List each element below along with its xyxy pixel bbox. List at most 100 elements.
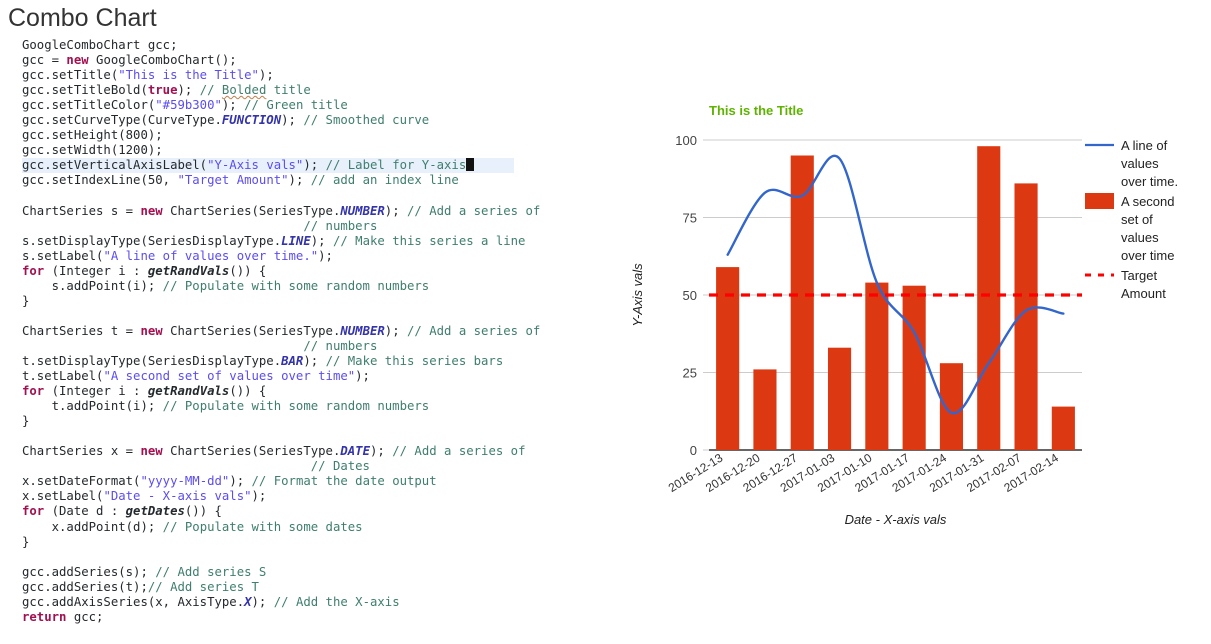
code-line: s.addPoint(i); // Populate with some ran…	[22, 279, 522, 294]
code-token: getDates	[125, 504, 185, 519]
code-token: // Populate with some dates	[162, 519, 363, 534]
code-token: "Date - X-axis vals"	[103, 489, 252, 504]
code-token: ()) {	[184, 504, 222, 519]
code-token: NUMBER	[340, 203, 385, 218]
code-token: );	[281, 113, 304, 128]
code-line: GoogleComboChart gcc;	[22, 38, 522, 53]
code-line: }	[22, 535, 522, 550]
code-token: BAR	[281, 353, 304, 368]
code-token: // Green title	[244, 98, 348, 113]
y-axis-tick-label: 0	[690, 443, 697, 458]
legend-label[interactable]: over time	[1121, 248, 1174, 263]
code-token: gcc.setCurveType(CurveType.	[22, 113, 222, 128]
code-token: // Add series T	[147, 579, 259, 594]
code-token: x =	[110, 444, 141, 459]
code-token: ChartSeries(SeriesType.	[162, 444, 341, 459]
code-token: // Dates	[310, 459, 370, 474]
bar[interactable]	[939, 363, 964, 450]
code-token: X	[244, 594, 252, 609]
code-line: ChartSeries x = new ChartSeries(SeriesTy…	[22, 444, 525, 459]
code-token: );	[251, 594, 274, 609]
code-token: s =	[110, 203, 141, 218]
legend-label[interactable]: Target	[1121, 268, 1158, 283]
code-token: ChartSeries(SeriesType.	[162, 203, 341, 218]
y-axis-tick-label: 25	[683, 366, 697, 381]
legend-label[interactable]: set of	[1121, 212, 1153, 227]
code-line: gcc.setIndexLine(50, "Target Amount"); /…	[22, 173, 522, 188]
code-token: GoogleComboChart();	[88, 53, 237, 68]
code-line: x.setDateFormat("yyyy-MM-dd"); // Format…	[22, 474, 522, 489]
code-line: // Dates	[22, 459, 522, 474]
legend-label[interactable]: Amount	[1121, 286, 1166, 301]
code-token: t =	[110, 323, 141, 338]
chart-canvas: 02550751002016-12-132016-12-202016-12-27…	[630, 133, 1178, 527]
bar[interactable]	[977, 146, 1001, 450]
code-token: s.addPoint(i);	[22, 278, 163, 293]
code-token: // numbers	[303, 338, 378, 353]
code-line: ChartSeries t = new ChartSeries(SeriesTy…	[22, 323, 540, 339]
y-axis-title: Y-Axis vals	[630, 263, 645, 327]
code-token: );	[384, 323, 408, 338]
bar[interactable]	[827, 347, 852, 450]
line-series-path[interactable]	[726, 154, 1065, 415]
code-token: // Add series S	[155, 564, 267, 579]
code-token: "A second set of values over time"	[103, 369, 356, 384]
legend-label[interactable]: values	[1121, 156, 1159, 171]
code-token: gcc.addSeries(s);	[22, 564, 156, 579]
code-line: // numbers	[22, 219, 522, 234]
code-line: s.setLabel("A line of values over time."…	[22, 249, 522, 264]
code-token: // Add the X-axis	[273, 594, 400, 609]
code-line: gcc.setTitleBold(true); // Bolded title	[22, 83, 522, 98]
code-token: new	[140, 444, 163, 459]
code-token: x.addPoint(d);	[22, 519, 163, 534]
code-line: gcc = new GoogleComboChart();	[22, 53, 522, 68]
code-line	[22, 309, 522, 324]
code-listing[interactable]: GoogleComboChart gcc; gcc = new GoogleCom…	[22, 38, 540, 625]
combo-chart: This is the Title 0 25 50 75 100 2016-12-13 20…	[620, 0, 1211, 644]
legend-label[interactable]: A second	[1121, 194, 1175, 209]
legend-label[interactable]: over time.	[1121, 174, 1178, 189]
bar[interactable]	[865, 282, 889, 450]
code-token: );	[221, 98, 245, 113]
code-token: );	[229, 474, 252, 489]
code-token: "A line of values over time."	[103, 248, 319, 263]
code-token: gcc.setIndexLine(50,	[22, 173, 178, 188]
code-token: "yyyy-MM-dd"	[140, 474, 230, 489]
code-token: // Add a series of	[407, 203, 541, 218]
code-line: return gcc;	[22, 610, 522, 625]
bar[interactable]	[902, 285, 926, 450]
code-line: }	[22, 414, 522, 429]
code-token: }	[22, 414, 30, 429]
legend-label[interactable]: A line of	[1121, 138, 1168, 153]
code-token: );	[310, 233, 333, 248]
code-line: gcc.addSeries(t);// Add series T	[22, 580, 522, 595]
code-token: // Add a series of	[407, 323, 541, 338]
legend-square-marker	[1085, 193, 1114, 209]
code-token: "Y-Axis vals"	[207, 158, 304, 173]
code-token: );	[303, 353, 326, 368]
code-token: gcc.setTitleBold(	[22, 83, 148, 98]
code-token: );	[303, 158, 326, 173]
code-line: s.setDisplayType(SeriesDisplayType.LINE)…	[22, 233, 525, 249]
code-line: // numbers	[22, 339, 522, 354]
code-line: gcc.setVerticalAxisLabel("Y-Axis vals");…	[22, 158, 514, 174]
bar[interactable]	[753, 369, 777, 450]
code-token: }	[22, 534, 30, 549]
bar[interactable]	[790, 155, 814, 451]
code-token: );	[318, 248, 333, 263]
code-token: }	[22, 293, 30, 308]
legend-label[interactable]: values	[1121, 230, 1159, 245]
code-token: );	[384, 203, 408, 218]
code-token: (Integer i :	[44, 384, 148, 399]
code-token: gcc;	[147, 38, 178, 52]
bar[interactable]	[1051, 406, 1075, 450]
code-token: gcc.setWidth(1200);	[22, 143, 163, 158]
code-token: getRandVals	[147, 263, 230, 278]
y-axis-tick-label: 75	[683, 211, 697, 226]
code-line	[22, 550, 522, 565]
code-line: gcc.setTitle("This is the Title");	[22, 68, 522, 83]
